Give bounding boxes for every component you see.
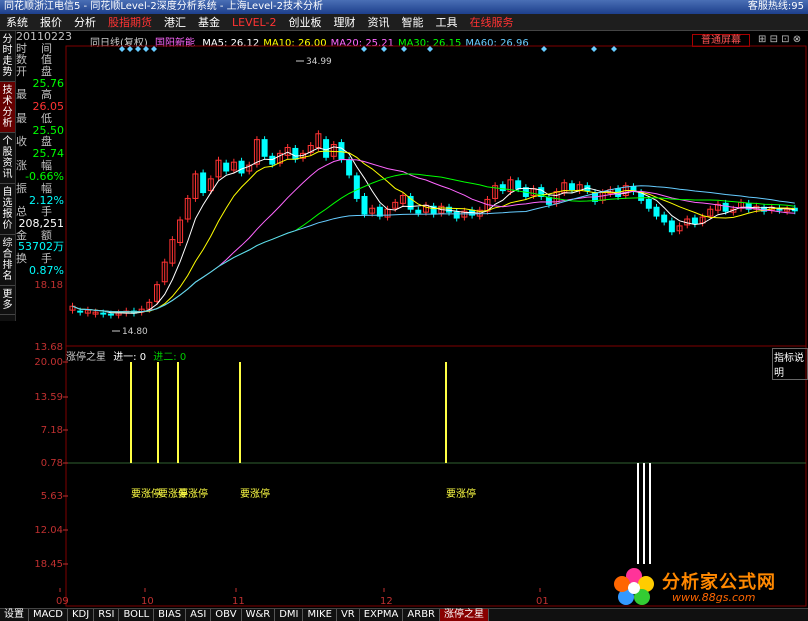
signal-diamond [119,46,125,52]
candle-body [77,310,84,313]
signal-label: 要涨停 [240,487,270,500]
signal-diamond [127,46,133,52]
low-price-label: 14.80 [122,327,148,337]
indicator-axis-label: 5.63 [41,491,63,502]
x-axis-label: 12 [380,596,393,607]
ma-line-10 [72,150,795,313]
ma-line-5 [72,146,795,314]
x-axis-label: 11 [232,596,245,607]
candle-body [515,180,522,190]
chart-frame [65,45,807,607]
indicator-tab-14[interactable]: 涨停之星 [440,609,490,621]
candle-body [415,209,422,214]
indicator-axis-label: 18.45 [34,559,63,570]
candle-body [545,196,552,205]
high-price-label: 34.99 [306,57,332,67]
signal-diamond [541,46,547,52]
indicator-tab-8[interactable]: W&R [242,609,276,621]
candle-body [292,147,299,160]
indicator-tab-9[interactable]: DMI [275,609,304,621]
indicator-param2: 进二: 0 [153,352,187,363]
flower-logo-icon [614,568,654,605]
signal-diamond [401,46,407,52]
indicator-axis-label: 7.18 [41,425,63,436]
candle-body [107,313,114,316]
indicator-tab-12[interactable]: EXPMA [360,609,404,621]
main-candlestick-chart[interactable]: 18.18 13.68 20.00 13.59 7.18 0.78 5.63 12.04 18.… [0,0,808,621]
watermark: 分析家公式网 www.88gs.com [612,566,808,606]
candle-body [499,184,506,192]
signal-diamond [361,46,367,52]
x-axis-label: 09 [56,596,69,607]
price-axis-label: 13.68 [34,342,63,353]
candle-body [668,220,675,233]
candle-body [653,206,660,217]
x-axis-label: 01 [536,596,549,607]
watermark-url: www.88gs.com [672,591,756,604]
signal-label: 要涨停 [131,487,161,500]
ma-line-20 [72,158,795,313]
signal-label: 要涨停 [178,487,208,500]
signal-diamond [143,46,149,52]
indicator-tab-10[interactable]: MIKE [303,609,337,621]
indicator-axis-label: 13.59 [34,392,63,403]
candle-body [568,183,575,191]
indicator-axis-label: 20.00 [34,357,63,368]
candle-body [361,195,368,215]
candle-body [645,198,652,209]
signal-label: 要涨停 [446,487,476,500]
candle-body [691,217,698,225]
indicator-axis-label: 0.78 [41,458,63,469]
candle-body [346,159,353,176]
indicator-tab-4[interactable]: BOLL [119,609,155,621]
candle-body [238,160,245,174]
candle-body [223,162,230,172]
indicator-tab-11[interactable]: VR [337,609,360,621]
indicator-name: 涨停之星 [66,352,106,363]
signal-diamond [611,46,617,52]
candle-body [353,175,360,199]
candle-body [722,202,729,212]
indicator-axis-label: 12.04 [34,525,63,536]
indicator-tab-5[interactable]: BIAS [154,609,187,621]
indicator-tab-7[interactable]: OBV [211,609,242,621]
candle-body [661,214,668,223]
signal-diamond [381,46,387,52]
x-axis-label: 10 [141,596,154,607]
indicator-tab-2[interactable]: KDJ [68,609,95,621]
candle-body [323,139,330,158]
signal-diamond [427,46,433,52]
candle-body [200,172,207,194]
signal-diamond [151,46,157,52]
indicator-tab-0[interactable]: 设置 [0,609,29,621]
indicator-tab-1[interactable]: MACD [29,609,68,621]
signal-diamond [135,46,141,52]
indicator-title-bar: 涨停之星 进一: 0 进二: 0 [66,348,186,363]
candle-body [100,312,107,315]
indicator-tab-3[interactable]: RSI [94,609,120,621]
indicator-tabs: 设置 MACD KDJ RSI BOLL BIAS ASI OBV W&R DMI MIKE VR EX… [0,608,808,621]
indicator-tab-13[interactable]: ARBR [403,609,441,621]
signal-diamond [591,46,597,52]
indicator-tab-6[interactable]: ASI [186,609,212,621]
candle-body [261,139,268,157]
indicator-param1: 进一: 0 [113,352,147,363]
price-axis-label: 18.18 [34,280,63,291]
candle-body [338,142,345,160]
candle-body [269,155,276,165]
candle-body [453,211,460,219]
indicator-help-button[interactable]: 指标说明 [772,348,808,380]
